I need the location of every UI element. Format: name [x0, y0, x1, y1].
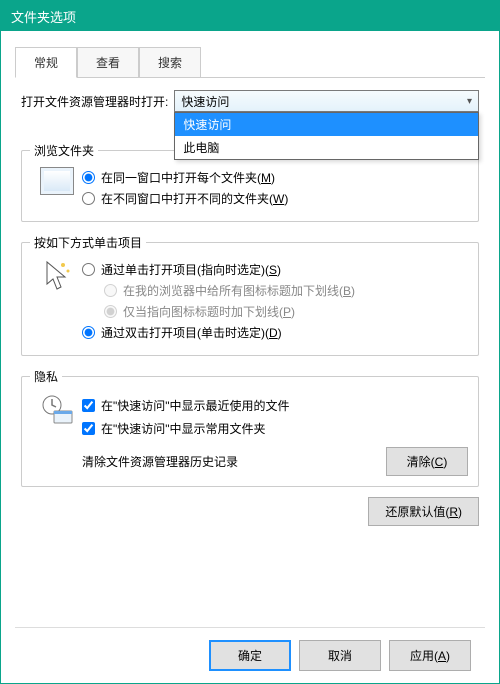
cancel-button[interactable]: 取消: [299, 640, 381, 671]
browse-icon-col: [32, 165, 82, 211]
click-group-title: 按如下方式单击项目: [30, 234, 146, 251]
apply-button[interactable]: 应用(A): [389, 640, 471, 671]
underline-hover-radio: 仅当指向图标标题时加下划线(P): [104, 303, 468, 320]
titlebar: 文件夹选项: [1, 1, 499, 31]
cursor-click-icon: [41, 259, 73, 298]
clear-history-row: 清除文件资源管理器历史记录 清除(C): [82, 447, 468, 476]
privacy-group-title: 隐私: [30, 368, 62, 385]
tab-view[interactable]: 查看: [77, 47, 139, 77]
double-click-radio[interactable]: 通过双击打开项目(单击时选定)(D): [82, 324, 468, 341]
clear-history-label: 清除文件资源管理器历史记录: [82, 453, 238, 470]
dialog-footer: 确定 取消 应用(A): [15, 627, 485, 683]
single-click-radio[interactable]: 通过单击打开项目(指向时选定)(S): [82, 261, 468, 278]
click-behavior-group: 按如下方式单击项目 通过单击打开项目(指向时选定)(S): [21, 242, 479, 356]
ok-button[interactable]: 确定: [209, 640, 291, 671]
privacy-icon-col: [32, 391, 82, 476]
click-icon-col: [32, 257, 82, 345]
browse-new-window-radio[interactable]: 在不同窗口中打开不同的文件夹(W): [82, 190, 468, 207]
underline-all-radio: 在我的浏览器中给所有图标标题加下划线(B): [104, 282, 468, 299]
chevron-down-icon: ▾: [467, 96, 472, 107]
open-in-combobox[interactable]: 快速访问 ▾: [174, 90, 479, 112]
tab-general[interactable]: 常规: [15, 47, 77, 78]
tab-strip: 常规 查看 搜索: [15, 47, 485, 78]
folder-options-window: 文件夹选项 常规 查看 搜索 打开文件资源管理器时打开: 快速访问 ▾ 快速访问…: [0, 0, 500, 684]
restore-defaults-button[interactable]: 还原默认值(R): [368, 497, 479, 526]
open-in-dropdown: 快速访问 此电脑: [174, 112, 479, 160]
browse-same-window-radio[interactable]: 在同一窗口中打开每个文件夹(M): [82, 169, 468, 186]
general-panel: 打开文件资源管理器时打开: 快速访问 ▾ 快速访问 此电脑 浏览文件夹: [15, 78, 485, 627]
open-in-row: 打开文件资源管理器时打开: 快速访问 ▾ 快速访问 此电脑: [21, 90, 479, 112]
combo-selected-text: 快速访问: [181, 93, 229, 110]
content-area: 常规 查看 搜索 打开文件资源管理器时打开: 快速访问 ▾ 快速访问 此电脑: [1, 31, 499, 683]
dropdown-option-quick-access[interactable]: 快速访问: [175, 113, 478, 136]
browse-folders-group: 浏览文件夹 在同一窗口中打开每个文件夹(M) 在不同窗口中打开不同的文件夹(W): [21, 150, 479, 222]
dropdown-option-this-pc[interactable]: 此电脑: [175, 136, 478, 159]
privacy-group: 隐私 在"快速访问"中显示最近使用的文件: [21, 376, 479, 487]
show-recent-files-checkbox[interactable]: 在"快速访问"中显示最近使用的文件: [82, 397, 468, 414]
open-in-label: 打开文件资源管理器时打开:: [21, 93, 168, 110]
browse-group-title: 浏览文件夹: [30, 142, 98, 159]
window-title: 文件夹选项: [11, 7, 76, 26]
clear-button[interactable]: 清除(C): [386, 447, 468, 476]
clock-history-icon: [40, 393, 74, 428]
show-frequent-folders-checkbox[interactable]: 在"快速访问"中显示常用文件夹: [82, 420, 468, 437]
restore-row: 还原默认值(R): [21, 497, 479, 526]
tab-search[interactable]: 搜索: [139, 47, 201, 77]
folder-window-icon: [40, 167, 74, 195]
